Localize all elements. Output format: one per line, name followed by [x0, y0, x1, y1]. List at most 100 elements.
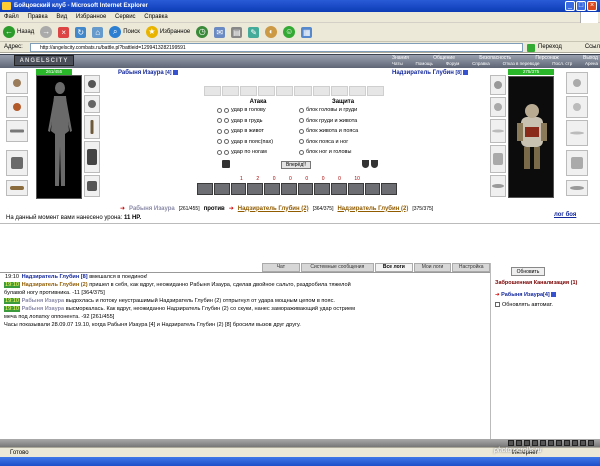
right-slot-1[interactable] [490, 75, 506, 95]
left-slot-ring1[interactable] [84, 75, 100, 93]
info-icon[interactable] [550, 292, 556, 298]
menu-favorites[interactable]: Избранное [76, 14, 106, 20]
subnav-4[interactable]: Отказ в переводе [503, 61, 540, 66]
left-slot-amulet[interactable] [6, 96, 28, 118]
subnav-3[interactable]: Справка [472, 61, 490, 66]
go-button[interactable]: Переход Ссылки [527, 42, 600, 53]
info-icon[interactable] [172, 70, 178, 75]
tab-system[interactable]: Системные сообщения [300, 263, 374, 272]
right-slot-5[interactable] [490, 175, 506, 197]
refresh-button[interactable]: Обновить [511, 267, 545, 276]
subnav-0[interactable]: Чаты [392, 61, 403, 66]
subnav-6[interactable]: Арена [585, 61, 598, 66]
tab-all-logs[interactable]: Все логи [375, 263, 413, 272]
chat-speaker[interactable]: Надзиратель Глубин (2) [22, 282, 88, 288]
attack-option-belly[interactable]: удар в живот [217, 126, 299, 137]
left-slot-ring2[interactable] [84, 95, 100, 113]
member-name[interactable]: Рабыня Изаура[4] [501, 292, 550, 298]
chat-control-icon[interactable] [540, 440, 546, 446]
left-move-icon[interactable] [222, 160, 230, 168]
left-slot-belt[interactable] [6, 180, 28, 196]
mail-icon[interactable]: ✉ [214, 26, 226, 38]
defense-option-5[interactable]: блок ног и головы [299, 147, 387, 158]
menu-file[interactable]: Файл [4, 14, 19, 20]
home-icon[interactable]: ⌂ [92, 26, 104, 38]
auto-refresh-checkbox[interactable] [495, 302, 500, 308]
maximize-icon[interactable]: □ [576, 1, 586, 11]
close-icon[interactable]: × [587, 1, 597, 11]
right-slot-9[interactable] [566, 150, 588, 176]
fight-right2-name[interactable]: Надзиратель Глубин (2) [337, 206, 408, 212]
shield-icon-b[interactable] [371, 160, 378, 168]
skill-icon[interactable] [314, 183, 330, 195]
right-slot-2[interactable] [490, 97, 506, 117]
chat-control-icon[interactable] [516, 440, 522, 446]
chat-control-icon[interactable] [524, 440, 530, 446]
skill-icon[interactable] [364, 183, 381, 195]
defense-option-2[interactable]: блок груди и живота [299, 116, 387, 127]
right-slot-4[interactable] [490, 145, 506, 173]
left-slot-ring3[interactable] [84, 115, 100, 139]
tab-settings[interactable]: Настройка [452, 263, 491, 272]
tab-chat[interactable]: Чат [262, 263, 300, 272]
skill-icon[interactable] [197, 183, 213, 195]
left-slot-shield[interactable] [84, 141, 100, 173]
right-char-name[interactable]: Надзиратель Глубин [8] [392, 70, 468, 76]
subnav-1[interactable]: Помощь [416, 61, 433, 66]
attack-option-legs[interactable]: удар по ногам [217, 147, 299, 158]
print-icon[interactable]: ▤ [231, 26, 243, 38]
skill-icon[interactable] [297, 183, 314, 195]
attack-option-head[interactable]: удар в голову [217, 105, 299, 116]
skill-icon[interactable] [280, 183, 297, 195]
right-character-figure[interactable] [508, 76, 554, 198]
right-slot-3[interactable] [490, 119, 506, 143]
chat-control-icon[interactable] [548, 440, 554, 446]
defense-option-1[interactable]: блок головы и груди [299, 105, 387, 116]
forward-attack-button[interactable]: Вперёд!! [281, 161, 311, 169]
left-slot-weapon[interactable] [6, 120, 28, 142]
search-button[interactable]: ⌕ Поиск [109, 26, 140, 38]
left-character-figure[interactable] [36, 75, 82, 199]
menu-help[interactable]: Справка [144, 14, 168, 20]
right-slot-10[interactable] [566, 180, 588, 196]
forward-arrow-icon[interactable]: → [40, 26, 53, 38]
chat-control-icon[interactable] [588, 440, 594, 446]
chat-control-icon[interactable] [532, 440, 538, 446]
fight-right-name[interactable]: Надзиратель Глубин (2) [238, 206, 309, 212]
stop-icon[interactable]: × [58, 26, 70, 38]
attack-option-groin[interactable]: удар в пояс(пах) [217, 137, 299, 148]
left-slot-boots[interactable] [84, 175, 100, 197]
chat-control-icon[interactable] [556, 440, 562, 446]
research-icon[interactable]: ▦ [301, 26, 313, 38]
battle-log-link[interactable]: лог боя [554, 212, 576, 218]
chat-speaker[interactable]: Рабыня Изаура [22, 298, 65, 304]
attack-option-chest[interactable]: удар в грудь [217, 116, 299, 127]
refresh-icon[interactable]: ↻ [75, 26, 87, 38]
menu-edit[interactable]: Правка [27, 14, 47, 20]
skill-icon[interactable] [347, 183, 364, 195]
address-input[interactable]: http://angelscity.combats.ru/battle.pl?b… [30, 43, 523, 52]
messenger-icon[interactable]: ☺ [283, 26, 296, 38]
edit-icon[interactable]: ✎ [248, 26, 260, 38]
chat-control-icon[interactable] [572, 440, 578, 446]
links-label[interactable]: Ссылки [585, 42, 600, 53]
tab-my-logs[interactable]: Мои логи [413, 263, 452, 272]
skill-icon[interactable] [213, 183, 230, 195]
right-slot-8[interactable] [566, 120, 588, 146]
right-slot-6[interactable] [566, 72, 588, 94]
skill-icon[interactable] [230, 183, 247, 195]
chat-control-icon[interactable] [508, 440, 514, 446]
menu-view[interactable]: Вид [56, 14, 67, 20]
left-char-name[interactable]: Рабыня Изаура [4] [118, 70, 178, 76]
defense-option-3[interactable]: блок живота и пояса [299, 126, 387, 137]
skill-icon[interactable] [264, 183, 280, 195]
skill-icon[interactable] [247, 183, 263, 195]
left-slot-helmet[interactable] [6, 72, 28, 94]
history-icon[interactable]: ◷ [196, 26, 209, 38]
chat-speaker[interactable]: Рабыня Изаура [22, 306, 65, 312]
chat-speaker[interactable]: Надзиратель Глубин [8] [22, 274, 88, 280]
chat-control-icon[interactable] [580, 440, 586, 446]
skill-icon[interactable] [331, 183, 347, 195]
info-icon[interactable] [462, 70, 468, 75]
back-button[interactable]: ← Назад [3, 26, 34, 38]
